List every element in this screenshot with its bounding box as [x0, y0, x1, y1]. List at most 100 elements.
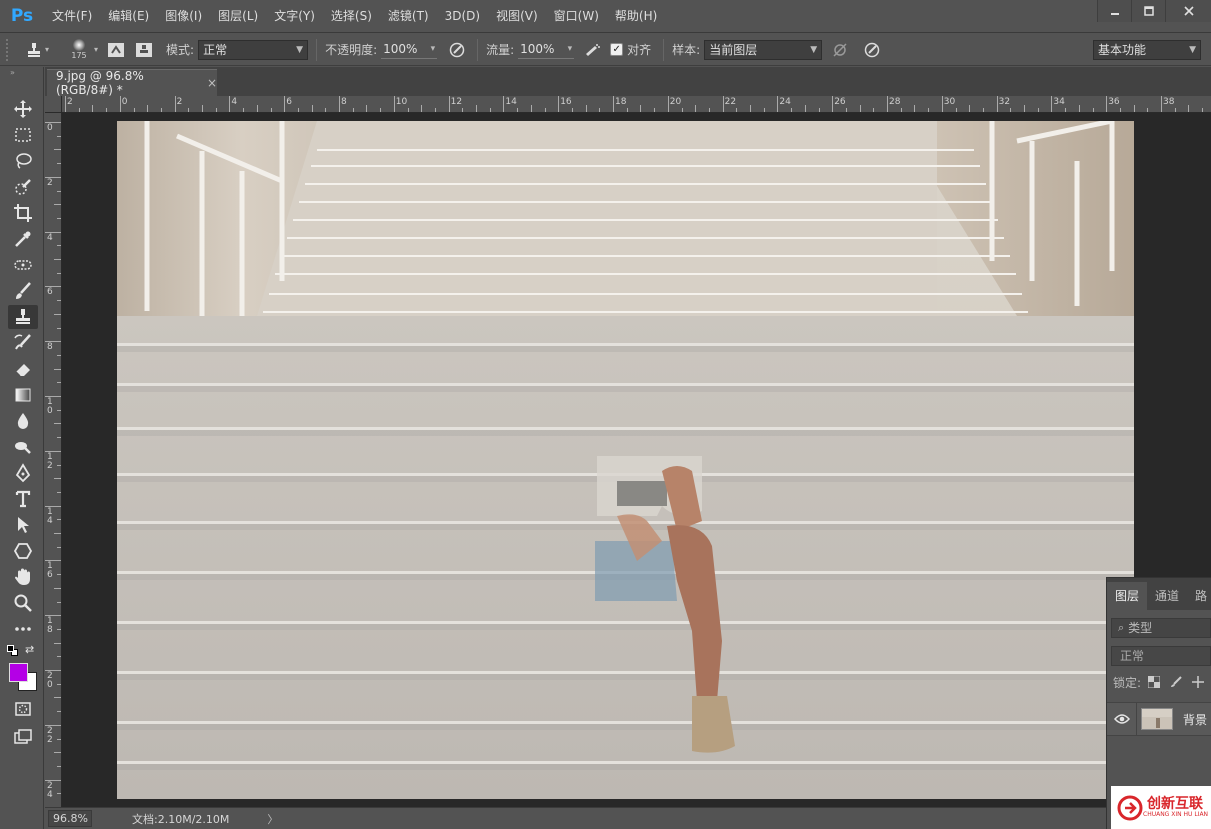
ruler-minor-tick [57, 382, 61, 384]
layer-filter-value: 类型 [1128, 621, 1153, 635]
status-menu-arrow-icon[interactable]: 〉 [267, 811, 278, 827]
lock-position-icon[interactable] [1189, 673, 1207, 691]
menu-filter[interactable]: 滤镜(T) [380, 0, 437, 33]
ruler-major-tick [777, 96, 779, 112]
ruler-major-tick [284, 96, 286, 112]
type-tool[interactable] [8, 487, 38, 511]
blur-tool[interactable] [8, 409, 38, 433]
zoom-icon [14, 594, 32, 612]
window-controls [1097, 0, 1211, 22]
close-button[interactable] [1165, 0, 1211, 22]
document-tab-title: 9.jpg @ 96.8%(RGB/8#) * [56, 69, 144, 97]
pressure-size-toggle[interactable] [860, 38, 884, 62]
zoom-tool[interactable] [8, 591, 38, 615]
quick-select-tool[interactable] [8, 175, 38, 199]
airbrush-icon [586, 43, 601, 56]
ruler-minor-tick [434, 108, 436, 112]
menu-window[interactable]: 窗口(W) [546, 0, 607, 33]
hand-tool[interactable] [8, 565, 38, 589]
clone-source-toggle[interactable] [132, 38, 156, 62]
menu-image[interactable]: 图像(I) [157, 0, 210, 33]
dodge-tool[interactable] [8, 435, 38, 459]
default-colors-icon[interactable] [7, 645, 19, 657]
minimize-button[interactable] [1097, 0, 1131, 22]
collapse-toolbar-icon[interactable]: » [0, 67, 43, 79]
options-grip[interactable] [6, 38, 12, 61]
menu-view[interactable]: 视图(V) [488, 0, 546, 33]
layer-row-background[interactable]: 背景 [1107, 702, 1211, 736]
menu-type[interactable]: 文字(Y) [266, 0, 323, 33]
lower-step-shadow [117, 430, 1134, 436]
layer-blend-mode-select[interactable]: 正常 [1111, 646, 1211, 666]
pressure-opacity-toggle[interactable] [445, 38, 469, 62]
tab-channels[interactable]: 通道 [1147, 582, 1187, 610]
mode-select[interactable]: 正常 ▼ [198, 39, 309, 60]
ruler-origin[interactable] [45, 96, 62, 113]
ruler-minor-tick [1202, 108, 1204, 112]
lock-image-pixels-icon[interactable] [1167, 673, 1185, 691]
quick-mask-toggle[interactable] [8, 697, 38, 721]
vertical-ruler[interactable]: 0 2 4 6 8 1 0 1 2 1 4 1 6 1 8 2 0 2 2 2 4 [45, 113, 62, 807]
lasso-tool[interactable] [8, 149, 38, 173]
brush-settings-toggle[interactable] [104, 38, 128, 62]
more-tools[interactable] [8, 617, 38, 641]
ruler-minor-tick [57, 300, 61, 302]
foreground-color-swatch[interactable] [9, 663, 28, 682]
tool-preset-picker[interactable]: ▾ [18, 38, 56, 62]
lock-transparent-pixels-icon[interactable] [1145, 673, 1163, 691]
flow-field[interactable]: 100% ▾ [518, 41, 575, 59]
visibility-eye-icon[interactable] [1107, 702, 1137, 736]
move-tool[interactable] [8, 97, 38, 121]
ruler-label: 4 [47, 232, 53, 243]
shape-tool[interactable] [8, 539, 38, 563]
swap-colors-icon[interactable]: ⇄ [25, 643, 34, 656]
brush-preset-picker[interactable]: 175 [64, 36, 94, 64]
eraser-tool[interactable] [8, 357, 38, 381]
brush-tool[interactable] [8, 279, 38, 303]
opacity-field[interactable]: 100% ▾ [381, 41, 438, 59]
ruler-label: 10 [395, 97, 408, 107]
lower-step-edge [117, 761, 1134, 764]
aligned-checkbox[interactable]: ✓ [610, 43, 624, 56]
eyedropper-tool[interactable] [8, 227, 38, 251]
canvas-area[interactable] [62, 113, 1211, 807]
sample-select[interactable]: 当前图层 ▼ [704, 39, 823, 60]
ignore-adjustment-layers-toggle[interactable] [828, 38, 852, 62]
lower-step-shadow [117, 764, 1134, 770]
path-selection-tool[interactable] [8, 513, 38, 537]
crop-tool[interactable] [8, 201, 38, 225]
menu-file[interactable]: 文件(F) [44, 0, 100, 33]
horizontal-ruler[interactable]: 2 0 2 4 6 8 10 12 14 16 18 20 22 24 26 28 30 32 34 36 38 [62, 96, 1211, 113]
menu-layer[interactable]: 图层(L) [210, 0, 266, 33]
maximize-button[interactable] [1131, 0, 1165, 22]
history-brush-tool[interactable] [8, 331, 38, 355]
ruler-minor-tick [1065, 108, 1067, 112]
marquee-tool[interactable] [8, 123, 38, 147]
move-icon [14, 100, 32, 118]
ruler-label: 2 [47, 177, 53, 188]
screen-mode-toggle[interactable] [8, 725, 38, 749]
clone-stamp-tool[interactable] [8, 305, 38, 329]
search-icon: ⌕ [1118, 621, 1125, 634]
ruler-label: 36 [1108, 97, 1120, 107]
ruler-major-tick [722, 96, 724, 112]
menu-3d[interactable]: 3D(D) [437, 0, 488, 33]
menu-select[interactable]: 选择(S) [323, 0, 380, 33]
airbrush-toggle[interactable] [580, 38, 604, 62]
close-tab-icon[interactable]: × [207, 76, 217, 90]
type-icon [15, 490, 31, 508]
gradient-tool[interactable] [8, 383, 38, 407]
menu-help[interactable]: 帮助(H) [607, 0, 665, 33]
healing-brush-tool[interactable] [8, 253, 38, 277]
menu-edit[interactable]: 编辑(E) [100, 0, 157, 33]
pen-tool[interactable] [8, 461, 38, 485]
document-tab[interactable]: 9.jpg @ 96.8%(RGB/8#) * × [47, 69, 217, 97]
tab-paths[interactable]: 路 [1187, 582, 1211, 610]
zoom-field[interactable]: 96.8% [48, 810, 92, 827]
tab-layers[interactable]: 图层 [1107, 582, 1148, 610]
canvas-image[interactable] [117, 121, 1134, 799]
ruler-label: 0 [121, 97, 128, 107]
layer-filter-select[interactable]: ⌕ 类型 [1111, 618, 1211, 638]
ruler-minor-tick [57, 409, 61, 411]
workspace-select[interactable]: 基本功能 ▼ [1093, 39, 1201, 60]
